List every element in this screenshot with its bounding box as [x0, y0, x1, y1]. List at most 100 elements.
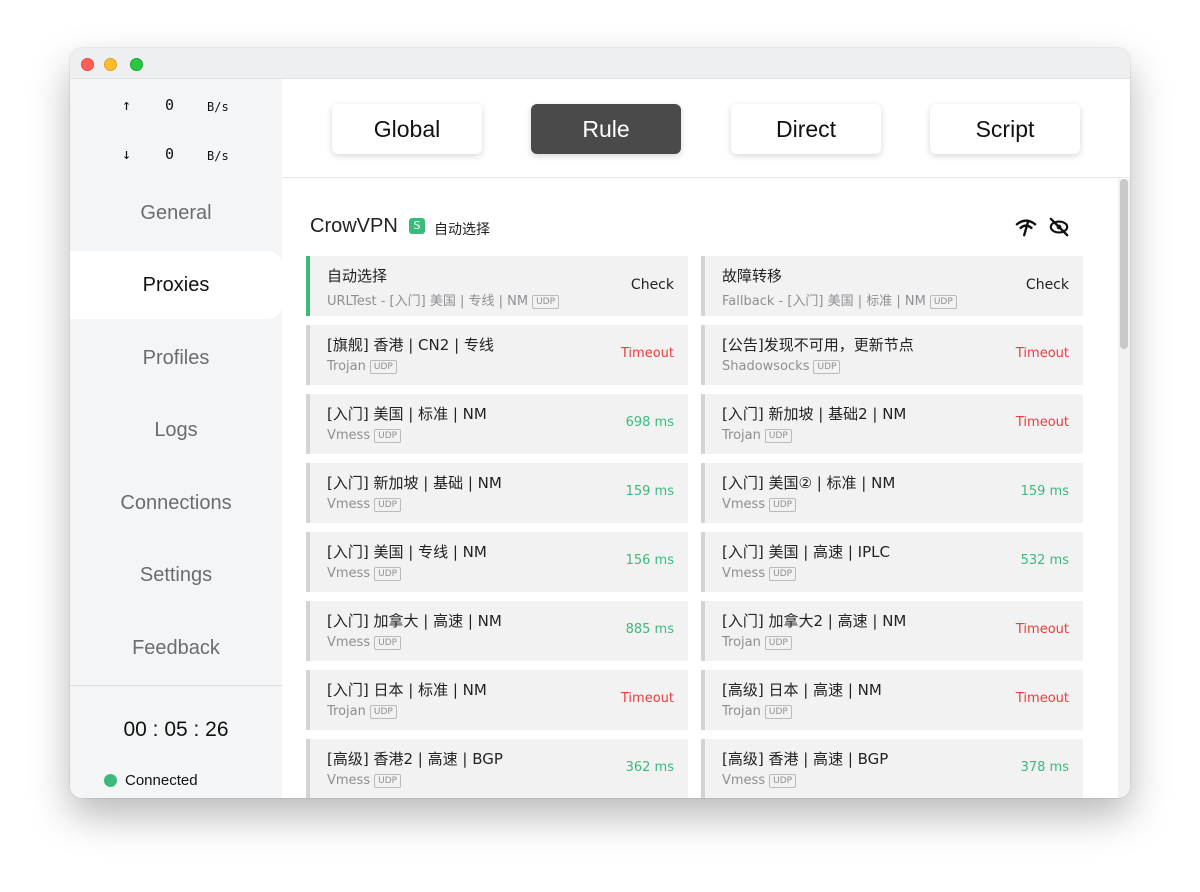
proxy-group-header[interactable]: CrowVPN S 自动选择 [310, 215, 1080, 241]
udp-badge: UDP [369, 705, 397, 719]
proxy-card[interactable]: [入门] 新加坡 | 基础 | NM Vmess UDP 159 ms [306, 463, 688, 523]
main-content: Global Rule Direct Script CrowVPN S 自动选择 [282, 79, 1130, 798]
proxy-card[interactable]: [入门] 加拿大 | 高速 | NM Vmess UDP 885 ms [306, 601, 688, 661]
proxy-card[interactable]: [入门] 日本 | 标准 | NM Trojan UDP Timeout [306, 670, 688, 730]
proxy-card[interactable]: [旗舰] 香港 | CN2 | 专线 Trojan UDP Timeout [306, 325, 688, 385]
proxy-name: [高级] 日本 | 高速 | NM [722, 681, 882, 699]
proxy-latency: 159 ms [625, 484, 674, 499]
proxy-name: [高级] 香港 | 高速 | BGP [722, 750, 889, 768]
proxy-name: [入门] 新加坡 | 基础 | NM [327, 474, 502, 492]
proxy-latency: Timeout [1015, 622, 1069, 637]
proxy-type-label: Trojan [722, 428, 761, 443]
sidebar: ↑ 0 B/s ↓ 0 B/s General Proxies Profiles… [70, 79, 282, 798]
close-window-button[interactable] [81, 58, 94, 71]
app-window: ↑ 0 B/s ↓ 0 B/s General Proxies Profiles… [70, 48, 1130, 798]
udp-badge: UDP [769, 567, 797, 581]
proxy-type: Vmess UDP [327, 566, 402, 581]
sidebar-item-settings[interactable]: Settings [70, 541, 282, 609]
sidebar-item-connections[interactable]: Connections [70, 469, 282, 537]
check-button[interactable]: Check [1026, 277, 1069, 293]
proxy-type-label: Fallback - [入门] 美国 | 标准 | NM [722, 294, 926, 309]
group-selected-proxy: 自动选择 [434, 222, 490, 238]
proxy-card[interactable]: [高级] 香港2 | 高速 | BGP Vmess UDP 362 ms [306, 739, 688, 798]
proxy-card[interactable]: [入门] 美国 | 高速 | IPLC Vmess UDP 532 ms [701, 532, 1083, 592]
minimize-window-button[interactable] [104, 58, 117, 71]
proxy-type: Trojan UDP [722, 704, 792, 719]
proxy-card[interactable]: [入门] 美国 | 标准 | NM Vmess UDP 698 ms [306, 394, 688, 454]
sidebar-item-feedback[interactable]: Feedback [70, 614, 282, 682]
zoom-window-button[interactable] [130, 58, 143, 71]
proxy-type: Vmess UDP [327, 773, 402, 788]
proxy-card[interactable]: [入门] 美国② | 标准 | NM Vmess UDP 159 ms [701, 463, 1083, 523]
proxy-latency: Timeout [1015, 691, 1069, 706]
proxy-card[interactable]: [高级] 日本 | 高速 | NM Trojan UDP Timeout [701, 670, 1083, 730]
proxy-type-label: Shadowsocks [722, 359, 810, 374]
speed-test-icon[interactable] [1015, 217, 1037, 237]
proxy-name: [公告]发现不可用，更新节点 [722, 336, 914, 354]
proxy-card[interactable]: [入门] 美国 | 专线 | NM Vmess UDP 156 ms [306, 532, 688, 592]
mode-selector: Global Rule Direct Script [282, 79, 1130, 178]
proxy-type-label: Vmess [327, 566, 371, 581]
proxy-name: [旗舰] 香港 | CN2 | 专线 [327, 336, 494, 354]
udp-badge: UDP [532, 295, 560, 309]
proxy-type: Trojan UDP [327, 704, 397, 719]
mode-global-button[interactable]: Global [332, 104, 482, 154]
proxy-latency: 362 ms [625, 760, 674, 775]
udp-badge: UDP [369, 360, 397, 374]
mode-script-button[interactable]: Script [930, 104, 1080, 154]
proxy-name: [入门] 新加坡 | 基础2 | NM [722, 405, 907, 423]
sidebar-item-general[interactable]: General [70, 179, 282, 247]
download-unit: B/s [207, 149, 229, 163]
check-button[interactable]: Check [631, 277, 674, 293]
proxy-name: [入门] 美国 | 高速 | IPLC [722, 543, 890, 561]
scrollbar-thumb[interactable] [1120, 179, 1128, 349]
sidebar-item-profiles[interactable]: Profiles [70, 324, 282, 392]
proxy-type: Shadowsocks UDP [722, 359, 841, 374]
proxy-name: [高级] 香港2 | 高速 | BGP [327, 750, 503, 768]
upload-unit: B/s [207, 100, 229, 114]
proxy-latency: Timeout [1015, 415, 1069, 430]
proxy-name: [入门] 美国② | 标准 | NM [722, 474, 896, 492]
sidebar-item-logs[interactable]: Logs [70, 396, 282, 464]
sidebar-footer: 00 : 05 : 26 Connected [70, 685, 282, 798]
sidebar-item-proxies[interactable]: Proxies [70, 251, 282, 319]
proxy-type-label: Trojan [722, 704, 761, 719]
proxy-card[interactable]: 故障转移 Fallback - [入门] 美国 | 标准 | NM UDP Check [701, 256, 1083, 316]
udp-badge: UDP [764, 636, 792, 650]
udp-badge: UDP [764, 705, 792, 719]
proxy-latency: 378 ms [1020, 760, 1069, 775]
proxy-type-label: URLTest - [入门] 美国 | 专线 | NM [327, 294, 529, 309]
proxy-latency: 159 ms [1020, 484, 1069, 499]
proxy-latency: Timeout [1015, 346, 1069, 361]
proxy-card[interactable]: [高级] 香港 | 高速 | BGP Vmess UDP 378 ms [701, 739, 1083, 798]
proxy-card[interactable]: [入门] 加拿大2 | 高速 | NM Trojan UDP Timeout [701, 601, 1083, 661]
proxy-name: [入门] 日本 | 标准 | NM [327, 681, 487, 699]
hide-icon[interactable] [1048, 217, 1070, 237]
proxy-type-label: Vmess [327, 428, 371, 443]
udp-badge: UDP [813, 360, 841, 374]
udp-badge: UDP [764, 429, 792, 443]
proxy-name: 故障转移 [722, 267, 783, 285]
upload-value: 0 [165, 96, 175, 114]
proxy-latency: 156 ms [625, 553, 674, 568]
status-indicator-icon [104, 774, 117, 787]
mode-rule-button[interactable]: Rule [531, 104, 681, 154]
proxy-type: Trojan UDP [722, 428, 792, 443]
mode-direct-button[interactable]: Direct [731, 104, 881, 154]
proxy-name: [入门] 加拿大2 | 高速 | NM [722, 612, 907, 630]
proxy-type-label: Trojan [722, 635, 761, 650]
download-arrow-icon: ↓ [122, 145, 132, 163]
proxy-card[interactable]: [入门] 新加坡 | 基础2 | NM Trojan UDP Timeout [701, 394, 1083, 454]
scrollbar[interactable] [1118, 179, 1130, 798]
download-value: 0 [165, 145, 175, 163]
proxy-latency: 532 ms [1020, 553, 1069, 568]
group-type-badge: S [409, 218, 425, 234]
proxy-latency: Timeout [620, 691, 674, 706]
proxy-type: Vmess UDP [722, 497, 797, 512]
proxy-card[interactable]: [公告]发现不可用，更新节点 Shadowsocks UDP Timeout [701, 325, 1083, 385]
proxy-type: Vmess UDP [327, 428, 402, 443]
proxy-type-label: Vmess [722, 566, 766, 581]
proxy-type: URLTest - [入门] 美国 | 专线 | NM UDP [327, 290, 560, 309]
proxy-type-label: Vmess [722, 497, 766, 512]
proxy-card[interactable]: 自动选择 URLTest - [入门] 美国 | 专线 | NM UDP Check [306, 256, 688, 316]
